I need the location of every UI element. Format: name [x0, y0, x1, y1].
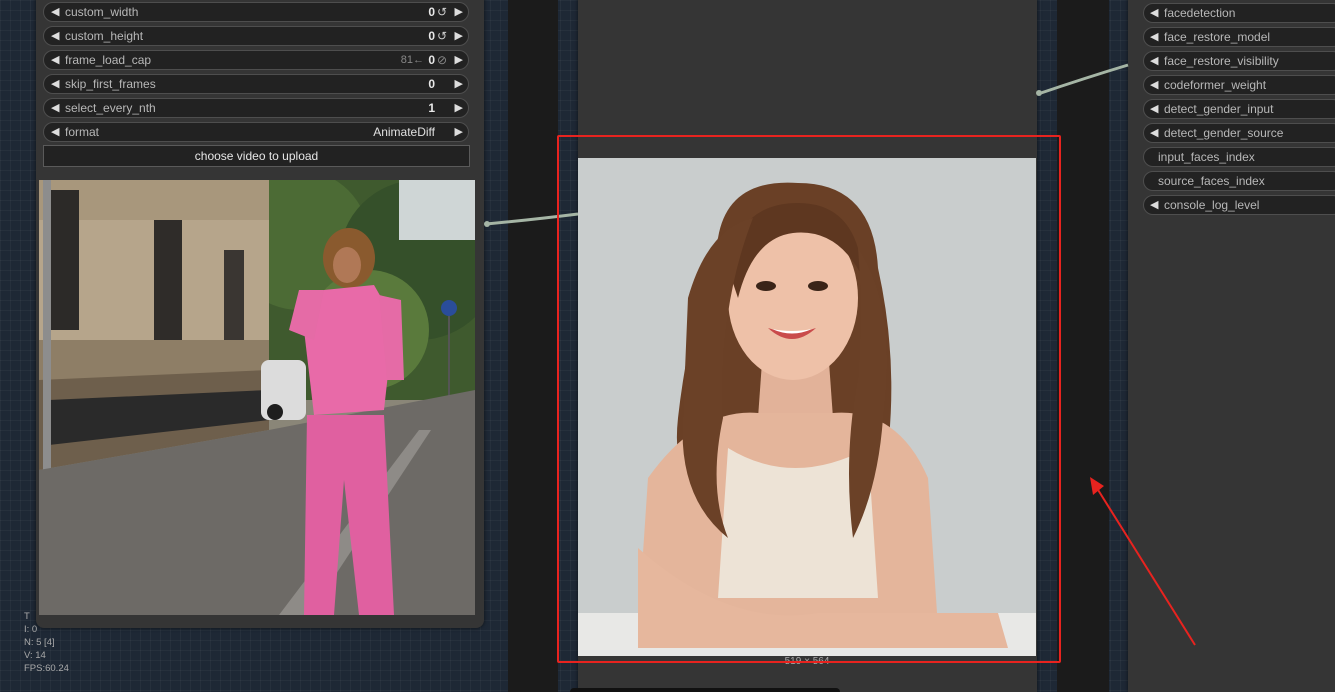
bottom-scrollbar[interactable] [570, 688, 840, 692]
annotation-arrowhead [1090, 477, 1104, 495]
stat-t: T [24, 611, 30, 622]
stat-fps: FPS:60.24 [24, 663, 69, 674]
stat-n: N: 5 [4] [24, 637, 55, 648]
graph-canvas[interactable]: ◀ custom_width 0 ↺ ▶ ◀ custom_height 0 ↺… [0, 0, 1335, 692]
canvas-stats: T I: 0 N: 5 [4] V: 14 FPS:60.24 [24, 610, 69, 675]
node-link [1037, 63, 1129, 96]
stat-v: V: 14 [24, 650, 46, 661]
annotation-arrow [1094, 484, 1196, 646]
link-endpoint [484, 221, 490, 227]
stat-i: I: 0 [24, 624, 38, 635]
annotation-highlight-box [557, 135, 1061, 663]
link-endpoint [1036, 90, 1042, 96]
